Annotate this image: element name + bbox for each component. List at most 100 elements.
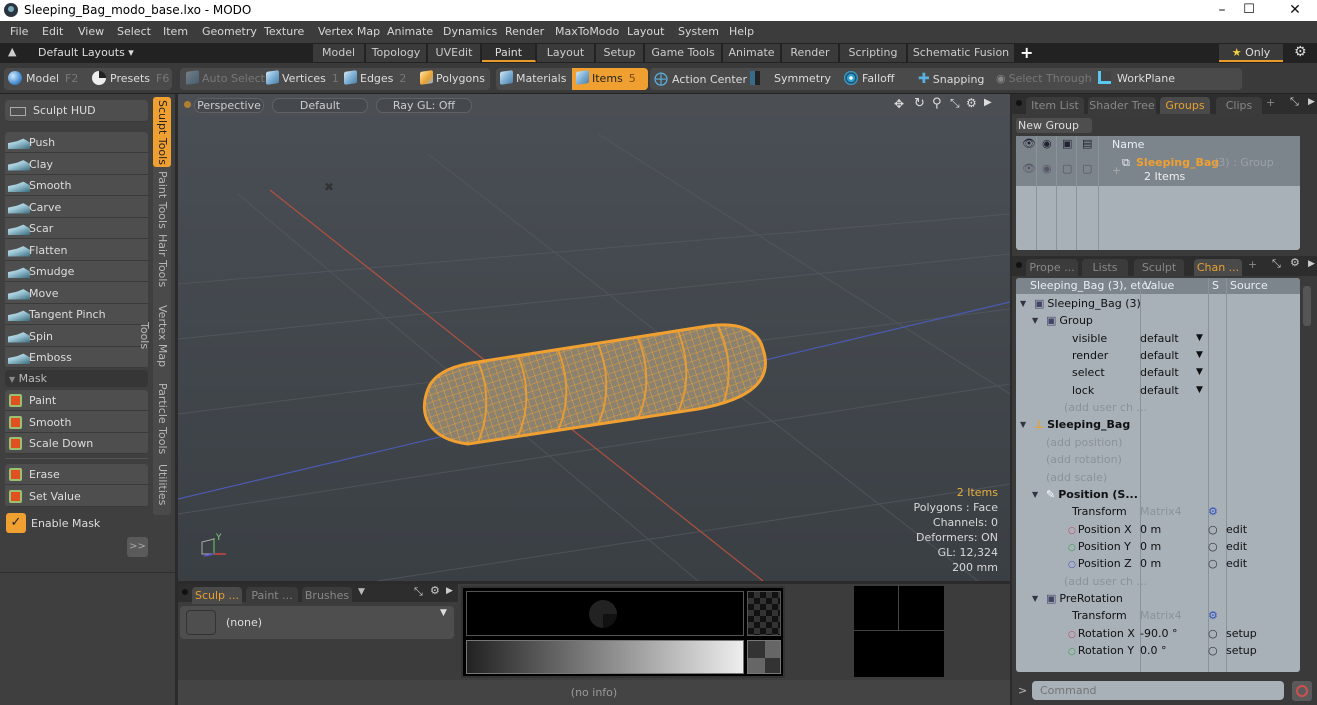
tab-groups[interactable]: Groups [1160,97,1210,114]
select-through-button[interactable]: ◉ Select Through [996,68,1092,90]
model-button[interactable]: Model F2 [8,68,78,90]
tool-set-value[interactable]: Set Value [5,485,148,507]
falloff-button[interactable]: Falloff [844,68,894,90]
menu-system[interactable]: System [678,25,719,38]
lock-toggle-icon[interactable]: ▢ [1062,162,1072,175]
expand-triangle-icon[interactable]: ▼ [1032,486,1038,503]
vtab-hair-tools[interactable]: Hair Tools [153,233,171,289]
layout-tab-layout[interactable]: Layout [537,44,595,62]
viewport-menu-arrow-icon[interactable]: ▶ [984,97,992,108]
channel-row[interactable]: ▼ ▣ Group [1016,312,1300,329]
expand-triangle-icon[interactable]: ▼ [1032,590,1038,607]
tool-spin[interactable]: Spin [5,325,148,347]
channel-value[interactable]: 0 m [1140,555,1161,572]
tool-flatten[interactable]: Flatten [5,239,148,261]
channel-row[interactable]: ▼ ▣ PreRotation [1016,590,1300,607]
channel-row[interactable]: (add position) [1016,434,1300,451]
sculpt-hud-button[interactable]: Sculpt HUD [5,100,148,122]
tool-smooth[interactable]: Smooth [5,411,148,433]
channel-value[interactable]: 0.0 ° [1140,642,1167,659]
layout-tab-paint[interactable]: Paint [482,44,536,62]
channel-row[interactable]: render default ▼ [1016,347,1300,364]
layout-tab-animate[interactable]: Animate [723,44,781,62]
layout-tab-topology[interactable]: Topology [366,44,427,62]
channel-row[interactable]: ○ Position Z0 m ○ edit [1016,555,1300,572]
tab-sculpt-brushes[interactable]: Sculp ... [192,587,242,604]
brush-preset-dropdown[interactable]: (none) ▼ [180,606,454,639]
tab-item-list[interactable]: Item List [1026,97,1084,114]
tab-properties[interactable]: Prope ... [1026,259,1078,276]
animate-state-icon[interactable]: ○ [1208,521,1218,538]
animate-state-icon[interactable]: ○ [1208,642,1218,659]
maximize-panel-icon[interactable]: ⤡ [1272,257,1281,271]
channel-row[interactable]: (add user ch ... [1016,573,1300,590]
vtab-particle-tools[interactable]: Particle Tools [153,383,171,455]
vertices-button[interactable]: Vertices 1 [266,68,339,90]
channel-row[interactable]: ○ Position X0 m ○ edit [1016,521,1300,538]
enable-mask-checkbox[interactable]: ✓ [6,513,26,533]
tab-brushes[interactable]: Brushes [302,587,352,604]
expand-triangle-icon[interactable]: ▼ [1020,295,1026,312]
symmetry-button[interactable]: Symmetry [750,68,831,90]
animate-state-icon[interactable]: ○ [1208,538,1218,555]
channels-scrollbar[interactable] [1302,278,1312,672]
brush-settings-icon[interactable]: ⚙ [430,584,440,597]
channel-value[interactable]: 0 m [1140,538,1161,555]
tool-smudge[interactable]: Smudge [5,261,148,282]
tab-shader-tree[interactable]: Shader Tree [1088,97,1156,114]
snapping-button[interactable]: ✚ Snapping [918,68,984,90]
channel-row[interactable]: visible default ▼ [1016,330,1300,347]
default-layouts-dropdown[interactable]: Default Layouts ▾ [38,46,134,59]
channel-row[interactable]: (add user ch ... [1016,399,1300,416]
action-center-button[interactable]: ⨁ Action Center [654,68,747,90]
tool-scar[interactable]: Scar [5,218,148,239]
add-layout-button[interactable]: + [1020,43,1033,62]
3d-viewport[interactable]: ✖ Y Perspective Default Ray GL: Off ✥ ↻ … [178,94,1010,581]
menu-file[interactable]: File [10,25,28,38]
menu-view[interactable]: View [78,25,104,38]
add-tab-icon[interactable]: + [1248,258,1257,271]
menu-dynamics[interactable]: Dynamics [443,25,497,38]
menu-geometry[interactable]: Geometry [202,25,257,38]
vtab-vertex-map-tools[interactable]: Vertex Map Tools [138,291,171,381]
add-tab-icon[interactable]: + [1266,96,1275,109]
render-toggle-icon[interactable]: ◉ [1042,162,1052,175]
layout-tab-render[interactable]: Render [782,44,839,62]
workplane-button[interactable]: WorkPlane [1098,68,1175,90]
expand-button[interactable]: >> [127,537,148,557]
groups-scrollbar[interactable] [1302,136,1312,250]
raygl-toggle[interactable]: Ray GL: Off [376,98,472,113]
channel-row[interactable]: (add scale) [1016,469,1300,486]
channel-value[interactable]: default [1140,364,1179,381]
channel-row[interactable]: select default ▼ [1016,364,1300,381]
shading-dropdown[interactable]: Default [272,98,368,113]
animate-state-icon[interactable]: ○ [1208,555,1218,572]
only-toggle[interactable]: ★ Only [1219,44,1283,62]
layout-tab-schematic-fusion[interactable]: Schematic Fusion [908,44,1015,62]
layout-up-icon[interactable]: ▲ [8,45,16,58]
panel-menu-arrow-icon[interactable]: ▶ [1308,259,1315,269]
settings-gear-icon[interactable]: ⚙ [1294,44,1307,60]
channel-value[interactable]: -90.0 ° [1140,625,1177,642]
maximize-viewport-icon[interactable]: ⤡ [950,96,960,111]
layout-tab-uvedit[interactable]: UVEdit [428,44,481,62]
brush-maximize-icon[interactable]: ⤡ [414,585,423,599]
presets-button[interactable]: Presets F6 [92,68,169,90]
expand-triangle-icon[interactable]: ▼ [1020,416,1026,433]
maximize-panel-icon[interactable]: ⤡ [1290,95,1299,109]
layout-tab-model[interactable]: Model [313,44,365,62]
value-dropdown-arrow-icon[interactable]: ▼ [1196,347,1203,364]
channel-value[interactable]: 0 m [1140,521,1161,538]
tool-push[interactable]: Push [5,132,148,153]
tabs-dropdown-icon[interactable]: ▼ [358,587,365,597]
polygons-button[interactable]: Polygons [420,68,485,90]
channel-row[interactable]: ○ Rotation X -90.0 ° ○ setup [1016,625,1300,642]
items-button[interactable]: Items 5 [576,68,636,90]
tool-smooth[interactable]: Smooth [5,175,148,196]
channel-row[interactable]: (add rotation) [1016,451,1300,468]
mask-section-header[interactable]: ▼ Mask [5,370,148,387]
menu-edit[interactable]: Edit [42,25,63,38]
layout-tab-scripting[interactable]: Scripting [840,44,907,62]
channel-value[interactable]: default [1140,347,1179,364]
tool-paint[interactable]: Paint [5,390,148,411]
